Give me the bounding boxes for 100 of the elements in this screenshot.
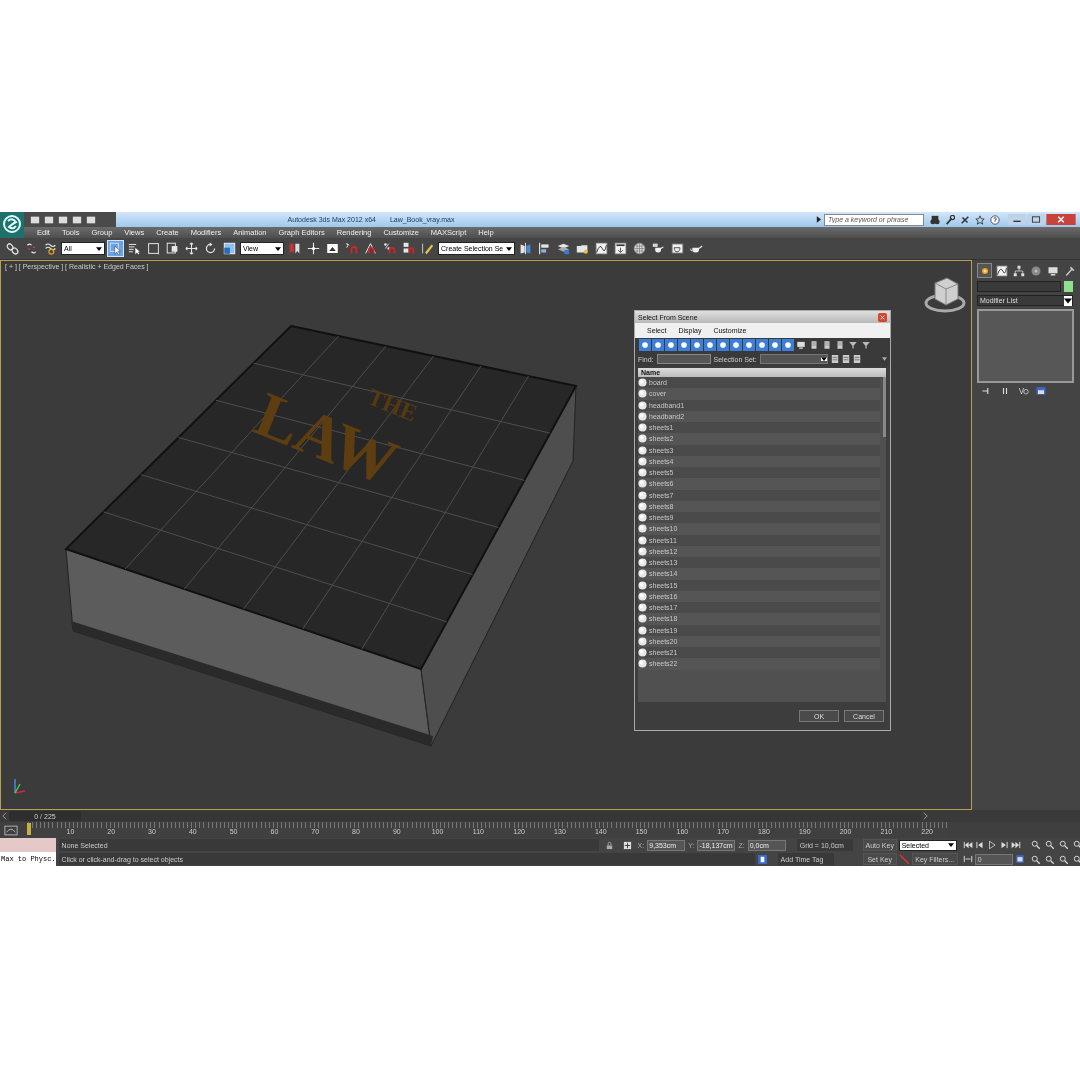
play-icon[interactable]	[986, 840, 997, 850]
go-end-icon[interactable]	[1010, 840, 1021, 850]
axis-tripod-icon	[14, 778, 26, 794]
sphere-icon	[638, 603, 647, 613]
minimize-icon[interactable]	[1008, 214, 1026, 225]
sphere-icon	[638, 569, 647, 579]
link-button[interactable]	[4, 240, 21, 257]
sphere-icon	[638, 625, 647, 635]
disc-icon	[1029, 264, 1042, 277]
list-cursor-icon	[128, 242, 141, 255]
sphere-icon	[638, 423, 647, 433]
time-tag-icon[interactable]	[757, 854, 767, 864]
curve-editor-icon[interactable]	[4, 824, 18, 836]
configure-icon[interactable]	[1035, 386, 1047, 396]
filter-shape-toggle[interactable]	[704, 339, 716, 351]
zoom-all-icon[interactable]	[1044, 840, 1055, 850]
zoom-extents-icon[interactable]	[1058, 840, 1069, 850]
overflow-arrow-icon[interactable]	[882, 357, 887, 361]
key-mode-icon[interactable]	[962, 854, 973, 864]
frame-marker[interactable]	[27, 823, 31, 835]
funnel-toggle[interactable]	[860, 339, 872, 351]
object-color-swatch[interactable]	[1064, 281, 1073, 292]
object-name-field[interactable]	[977, 281, 1061, 292]
sun-tab[interactable]	[977, 263, 992, 278]
quick-access-icon[interactable]	[86, 214, 96, 225]
field-of-view-icon[interactable]	[1030, 854, 1041, 865]
filter-shape-toggle[interactable]	[769, 339, 781, 351]
filter-shape-toggle[interactable]	[730, 339, 742, 351]
filter-shape-toggle[interactable]	[665, 339, 677, 351]
app-logo-icon[interactable]	[0, 212, 24, 238]
filter-shape-toggle[interactable]	[743, 339, 755, 351]
transform-mode-icon[interactable]	[622, 840, 632, 850]
sphere-icon	[638, 524, 647, 534]
filter-shape-toggle[interactable]	[691, 339, 703, 351]
sheet-icon[interactable]	[830, 354, 839, 364]
teapot-icon	[652, 242, 666, 255]
wrench-icon[interactable]	[945, 214, 955, 225]
sheet-icon	[809, 340, 819, 350]
scale-button[interactable]	[221, 240, 238, 257]
filter-shape-toggle[interactable]	[639, 339, 651, 351]
caret-icon	[275, 246, 281, 251]
pan-icon[interactable]	[1044, 854, 1055, 865]
unlink-icon	[25, 242, 38, 255]
sphere-icon	[638, 580, 647, 590]
help-icon[interactable]	[990, 214, 1000, 225]
zoom-extents-all-icon[interactable]	[1072, 840, 1080, 850]
binoculars-icon[interactable]	[930, 214, 940, 225]
close-icon[interactable]	[1046, 214, 1076, 225]
bookmark-icon	[288, 242, 301, 255]
sphere-icon	[638, 546, 647, 556]
monitor-toggle[interactable]	[795, 339, 807, 351]
quick-access-icon[interactable]	[30, 214, 40, 225]
graph-tab[interactable]	[994, 263, 1009, 278]
sheet-icon	[835, 340, 845, 350]
move-button[interactable]	[183, 240, 200, 257]
scrollbar[interactable]	[883, 377, 886, 437]
quick-access-icon[interactable]	[44, 214, 54, 225]
find-field[interactable]	[656, 354, 711, 364]
link-icon	[6, 242, 19, 255]
quick-access-icon[interactable]	[72, 214, 82, 225]
caret-icon	[96, 246, 102, 251]
sphere-icon	[638, 490, 647, 500]
monitor-icon	[796, 340, 806, 350]
spinner-magnet-icon	[402, 242, 415, 255]
filter-shape-toggle[interactable]	[717, 339, 729, 351]
filter-shape-toggle[interactable]	[782, 339, 794, 351]
viewcube[interactable]	[924, 277, 966, 313]
move-icon	[185, 242, 198, 255]
filter-shape-toggle[interactable]	[652, 339, 664, 351]
maximize-icon[interactable]	[1072, 854, 1080, 865]
sphere-icon	[638, 400, 647, 410]
hierarchy-tab[interactable]	[1011, 263, 1026, 278]
sphere-icon	[638, 456, 647, 466]
close-icon[interactable]	[878, 312, 887, 322]
zoom-icon[interactable]	[1030, 840, 1041, 850]
dashed-rectangle-button[interactable]	[145, 240, 162, 257]
sheet-icon	[822, 340, 832, 350]
funnel-toggle[interactable]	[847, 339, 859, 351]
orbit-icon[interactable]	[1058, 854, 1069, 865]
quick-access-icon[interactable]	[58, 214, 68, 225]
filter-shape-toggle[interactable]	[678, 339, 690, 351]
sphere-icon	[638, 535, 647, 545]
sphere-icon	[638, 591, 647, 601]
previous-frame-icon[interactable]	[974, 840, 985, 850]
lock-icon[interactable]	[604, 840, 614, 850]
expand-arrow-icon[interactable]	[816, 216, 821, 223]
crosshair-button[interactable]	[305, 240, 322, 257]
maximize-icon[interactable]	[1027, 214, 1045, 225]
viewport[interactable]	[0, 260, 972, 810]
filter-shape-toggle[interactable]	[756, 339, 768, 351]
sheet-icon[interactable]	[841, 354, 850, 364]
graph-icon	[995, 264, 1008, 277]
go-start-icon[interactable]	[962, 840, 973, 850]
listener-field[interactable]	[0, 838, 56, 852]
caret-icon	[947, 843, 954, 847]
sphere-icon	[638, 513, 647, 523]
monitor-icon	[1046, 264, 1059, 277]
sheet-icon[interactable]	[852, 354, 861, 364]
time-configuration-icon[interactable]	[1014, 854, 1025, 864]
star-icon[interactable]	[975, 214, 985, 225]
